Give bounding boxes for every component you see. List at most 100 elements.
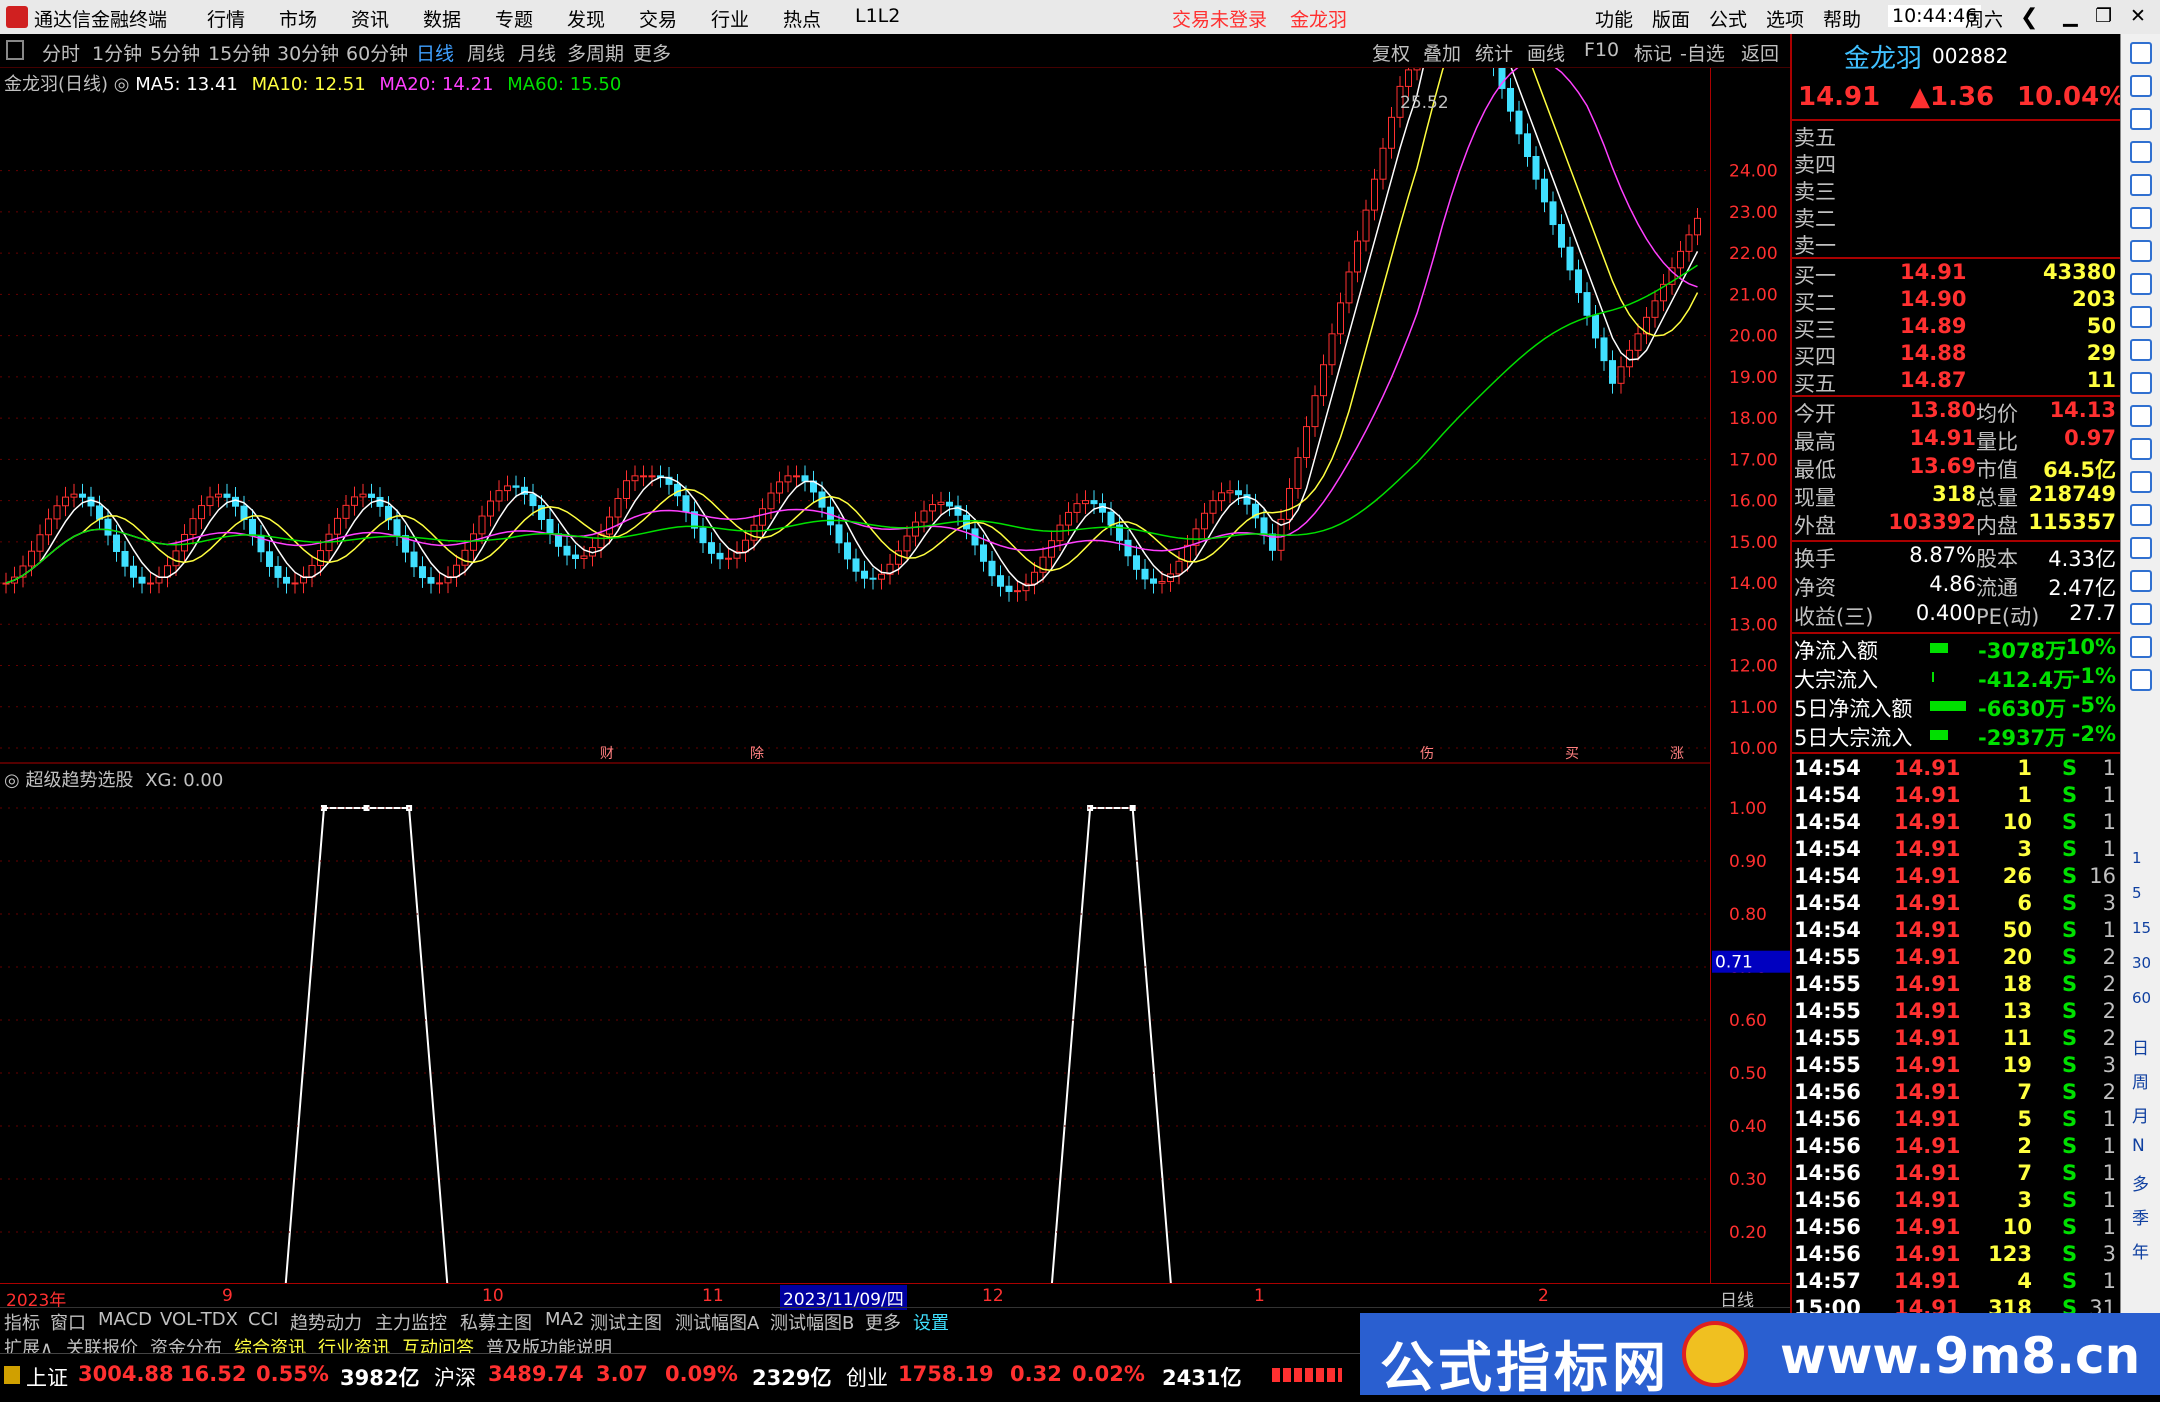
tab-qushi[interactable]: 趋势动力 bbox=[290, 1309, 362, 1335]
period-daily[interactable]: 日线 bbox=[416, 39, 454, 66]
candle bbox=[427, 577, 435, 584]
menu-shichang[interactable]: 市场 bbox=[279, 5, 317, 32]
fs-icon[interactable] bbox=[2130, 405, 2152, 427]
menu-hangye[interactable]: 行业 bbox=[711, 5, 749, 32]
period-60min[interactable]: 60分钟 bbox=[346, 39, 408, 66]
move-icon[interactable] bbox=[2130, 570, 2152, 592]
tool-fanhui[interactable]: 返回 bbox=[1741, 39, 1779, 66]
legend-toggle-icon[interactable]: ◎ bbox=[114, 74, 130, 95]
period-1min[interactable]: 1分钟 bbox=[92, 39, 142, 66]
doc-icon[interactable] bbox=[2130, 372, 2152, 394]
sidebar-period[interactable]: 年 bbox=[2132, 1238, 2149, 1263]
pen-icon[interactable] bbox=[2130, 603, 2152, 625]
circle-icon[interactable] bbox=[2130, 471, 2152, 493]
period-fenshi[interactable]: 分时 bbox=[42, 39, 80, 66]
tab-more[interactable]: 更多 bbox=[865, 1309, 901, 1335]
candle bbox=[606, 516, 613, 535]
candle-icon[interactable] bbox=[2130, 240, 2152, 262]
candle bbox=[912, 521, 919, 537]
menu-jiaoyi[interactable]: 交易 bbox=[639, 5, 677, 32]
rsi-icon[interactable] bbox=[2130, 537, 2152, 559]
stat-value: 14.13 bbox=[2049, 398, 2116, 422]
chart-icon[interactable] bbox=[2130, 141, 2152, 163]
chart-icon[interactable] bbox=[2130, 669, 2152, 691]
tab-vol-tdx[interactable]: VOL-TDX bbox=[160, 1309, 238, 1330]
trend-icon[interactable] bbox=[2130, 207, 2152, 229]
tool-fuquan[interactable]: 复权 bbox=[1372, 39, 1410, 66]
sidebar-period[interactable]: 日 bbox=[2132, 1034, 2149, 1059]
tab-macd[interactable]: MACD bbox=[98, 1309, 152, 1330]
grid-icon[interactable] bbox=[2130, 174, 2152, 196]
period-more[interactable]: 更多 bbox=[633, 39, 671, 66]
tool-f10[interactable]: F10 bbox=[1584, 39, 1619, 61]
doc-icon[interactable] bbox=[2130, 339, 2152, 361]
up-icon[interactable] bbox=[2130, 75, 2152, 97]
sidebar-minute[interactable]: 30 bbox=[2132, 954, 2151, 972]
close-icon[interactable]: ✕ bbox=[2130, 5, 2146, 27]
f10-icon[interactable] bbox=[2130, 306, 2152, 328]
tool-diejia[interactable]: 叠加 bbox=[1423, 39, 1461, 66]
period-15min[interactable]: 15分钟 bbox=[208, 39, 270, 66]
sh-name[interactable]: 上证 bbox=[26, 1362, 68, 1392]
period-multi[interactable]: 多周期 bbox=[567, 39, 624, 66]
period-monthly[interactable]: 月线 bbox=[518, 39, 556, 66]
tab-ceshi-b[interactable]: 测试幅图B bbox=[770, 1309, 854, 1335]
menu-hangqing[interactable]: 行情 bbox=[207, 5, 245, 32]
tab-zhuli[interactable]: 主力监控 bbox=[375, 1309, 447, 1335]
sidebar-period[interactable]: 多 bbox=[2132, 1170, 2149, 1195]
price-tick: 11.00 bbox=[1729, 698, 1778, 718]
period-30min[interactable]: 30分钟 bbox=[277, 39, 339, 66]
sidebar-minute[interactable]: 60 bbox=[2132, 989, 2151, 1007]
tab-simu[interactable]: 私募主图 bbox=[460, 1309, 532, 1335]
sidebar-toggle-icon[interactable] bbox=[6, 40, 24, 60]
menu-zixun[interactable]: 资讯 bbox=[351, 5, 389, 32]
menu-zhuanti[interactable]: 专题 bbox=[495, 5, 533, 32]
menu-gongneng[interactable]: 功能 bbox=[1595, 5, 1633, 32]
tick-time: 14:57 bbox=[1794, 1269, 1861, 1293]
tab-settings[interactable]: 设置 bbox=[913, 1309, 949, 1335]
hs-name[interactable]: 沪深 bbox=[434, 1362, 476, 1392]
menu-faxian[interactable]: 发现 bbox=[567, 5, 605, 32]
tool-huaxian[interactable]: 画线 bbox=[1527, 39, 1565, 66]
sidebar-minute[interactable]: 15 bbox=[2132, 919, 2151, 937]
sidebar-period[interactable]: 周 bbox=[2132, 1068, 2149, 1093]
menu-bangzhu[interactable]: 帮助 bbox=[1823, 5, 1861, 32]
up-icon[interactable] bbox=[2130, 42, 2152, 64]
kline-chart[interactable]: 25.52 财 除 伤 买 涨 bbox=[0, 0, 1710, 1341]
tool-tongji[interactable]: 统计 bbox=[1475, 39, 1513, 66]
login-status[interactable]: 交易未登录 bbox=[1172, 5, 1267, 32]
fs-icon[interactable] bbox=[2130, 636, 2152, 658]
indicator-toggle-icon[interactable]: ◎ bbox=[4, 770, 20, 791]
menu-xuanxiang[interactable]: 选项 bbox=[1766, 5, 1804, 32]
tool-zixuan[interactable]: -自选 bbox=[1680, 39, 1725, 66]
period-5min[interactable]: 5分钟 bbox=[150, 39, 200, 66]
tab-ceshi-a[interactable]: 测试幅图A bbox=[675, 1309, 759, 1335]
minimize-icon[interactable]: ▁ bbox=[2063, 5, 2078, 27]
divider bbox=[1792, 395, 2122, 397]
menu-l1l2[interactable]: L1L2 bbox=[855, 5, 900, 27]
period-weekly[interactable]: 周线 bbox=[467, 39, 505, 66]
tick-time: 14:54 bbox=[1794, 756, 1861, 780]
sidebar-period[interactable]: 季 bbox=[2132, 1204, 2149, 1229]
tab-zhibiao[interactable]: 指标 bbox=[4, 1309, 40, 1335]
chart-icon[interactable] bbox=[2130, 504, 2152, 526]
sidebar-period[interactable]: 月 bbox=[2132, 1102, 2149, 1127]
sidebar-period[interactable]: N bbox=[2132, 1136, 2145, 1156]
doc-icon[interactable] bbox=[2130, 438, 2152, 460]
list-icon[interactable] bbox=[2130, 273, 2152, 295]
menu-shuju[interactable]: 数据 bbox=[423, 5, 461, 32]
tab-cci[interactable]: CCI bbox=[248, 1309, 278, 1330]
tool-biaoji[interactable]: 标记 bbox=[1634, 39, 1672, 66]
tab-ma2[interactable]: MA2 bbox=[545, 1309, 584, 1330]
back-icon[interactable]: ❮ bbox=[2020, 5, 2038, 30]
menu-gongshi[interactable]: 公式 bbox=[1709, 5, 1747, 32]
menu-redian[interactable]: 热点 bbox=[783, 5, 821, 32]
tab-chuangkou[interactable]: 窗口 bbox=[50, 1309, 86, 1335]
menu-banmian[interactable]: 版面 bbox=[1652, 5, 1690, 32]
cy-name[interactable]: 创业 bbox=[846, 1362, 888, 1392]
down-icon[interactable] bbox=[2130, 108, 2152, 130]
restore-icon[interactable]: ❐ bbox=[2095, 5, 2112, 27]
sidebar-minute[interactable]: 1 bbox=[2132, 849, 2142, 867]
tab-ceshi[interactable]: 测试主图 bbox=[590, 1309, 662, 1335]
sidebar-minute[interactable]: 5 bbox=[2132, 884, 2142, 902]
